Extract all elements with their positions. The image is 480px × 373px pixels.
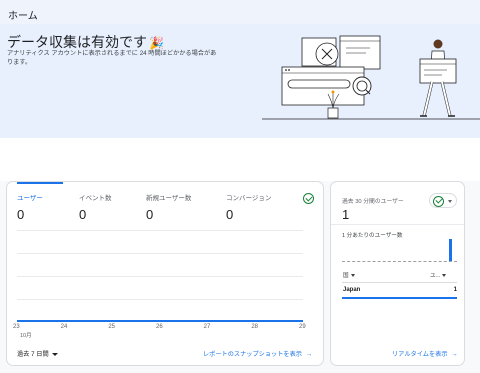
metric-label: コンバージョン [226,195,272,202]
view-realtime-link[interactable]: リアルタイムを表示 → [392,349,458,358]
country-column-header[interactable]: 国 [343,271,355,279]
page-title: ホーム [8,11,38,22]
view-realtime-link-label: リアルタイムを表示 [392,351,448,358]
arrow-right-icon: → [306,351,313,358]
divider [331,224,464,225]
gridline [17,276,303,277]
x-tick-label: 28 [251,324,259,330]
x-tick-label: 23 [13,324,20,330]
metric-conversions[interactable]: コンバージョン 0 [226,192,288,222]
users-series-line [17,320,303,322]
banner-title-text: データ収集は有効です [7,34,147,50]
users-line-chart [17,230,303,322]
table-header-divider [342,282,457,283]
x-tick-label: 24 [60,324,68,330]
users-column-label: ユ... [430,273,441,279]
caret-down-icon [448,199,452,203]
metric-new-users[interactable]: 新規ユーザー数 0 [146,192,208,222]
metric-value: 0 [146,207,154,222]
date-range-label: 過去 7 日間 [17,351,49,358]
date-range-selector[interactable]: 過去 7 日間 [17,349,58,358]
x-tick-label: 27 [203,324,211,330]
table-row: Japan 1 [342,286,457,297]
metric-value: 0 [17,207,25,222]
gridline [17,230,303,231]
banner-subtitle: アナリティクス アカウントに表示されるまでに 24 時間ほどかかる場合があります… [7,50,217,66]
metric-label: 新規ユーザー数 [146,195,192,202]
gridline [17,299,303,300]
top-bar: ホーム [0,0,480,24]
per-minute-bar-chart [342,239,457,262]
active-metric-underline [17,182,63,184]
metric-event-count[interactable]: イベント数 0 [79,192,141,222]
country-column-label: 国 [343,273,349,279]
caret-down-icon [51,352,58,356]
per-minute-bar [449,239,453,261]
caret-down-icon [442,274,447,278]
caret-down-icon [350,274,355,278]
check-circle-icon [433,195,444,207]
x-axis-month-label: 10月 [20,333,32,339]
row-country: Japan [343,287,361,293]
x-tick-label: 29 [299,324,306,330]
row-users: 1 [453,287,457,293]
arrow-right-icon: → [451,351,458,358]
overview-card: ユーザー 0 イベント数 0 新規ユーザー数 0 コンバージョン 0 23 24 2… [6,181,324,366]
check-circle-icon[interactable] [303,193,314,204]
per-minute-label: 1 分あたりのユーザー数 [342,233,403,239]
view-snapshot-link-label: レポートのスナップショットを表示 [203,351,302,358]
metric-users[interactable]: ユーザー 0 [17,192,79,222]
content-spacer [0,138,480,181]
gridline [17,253,303,254]
metric-label: イベント数 [79,195,112,202]
realtime-value: 1 [342,207,350,222]
x-tick-label: 26 [156,324,163,330]
data-collection-illustration [262,35,480,120]
party-popper-icon: 🎉 [149,36,164,50]
realtime-label: 過去 30 分間のユーザー [342,199,404,205]
metric-value: 0 [79,207,87,222]
realtime-status-dropdown[interactable] [429,193,457,208]
view-snapshot-link[interactable]: レポートのスナップショットを表示 → [203,349,312,358]
metric-label: ユーザー [17,195,43,202]
realtime-card: 過去 30 分間のユーザー 1 1 分あたりのユーザー数 国 ユ... Japa… [330,181,465,366]
row-share-bar [342,297,457,299]
x-tick-label: 25 [108,324,116,330]
data-collection-banner: データ収集は有効です 🎉 アナリティクス アカウントに表示されるまでに 24 時間… [0,24,480,138]
metric-value: 0 [226,207,234,222]
users-column-header[interactable]: ユ... [430,271,447,279]
